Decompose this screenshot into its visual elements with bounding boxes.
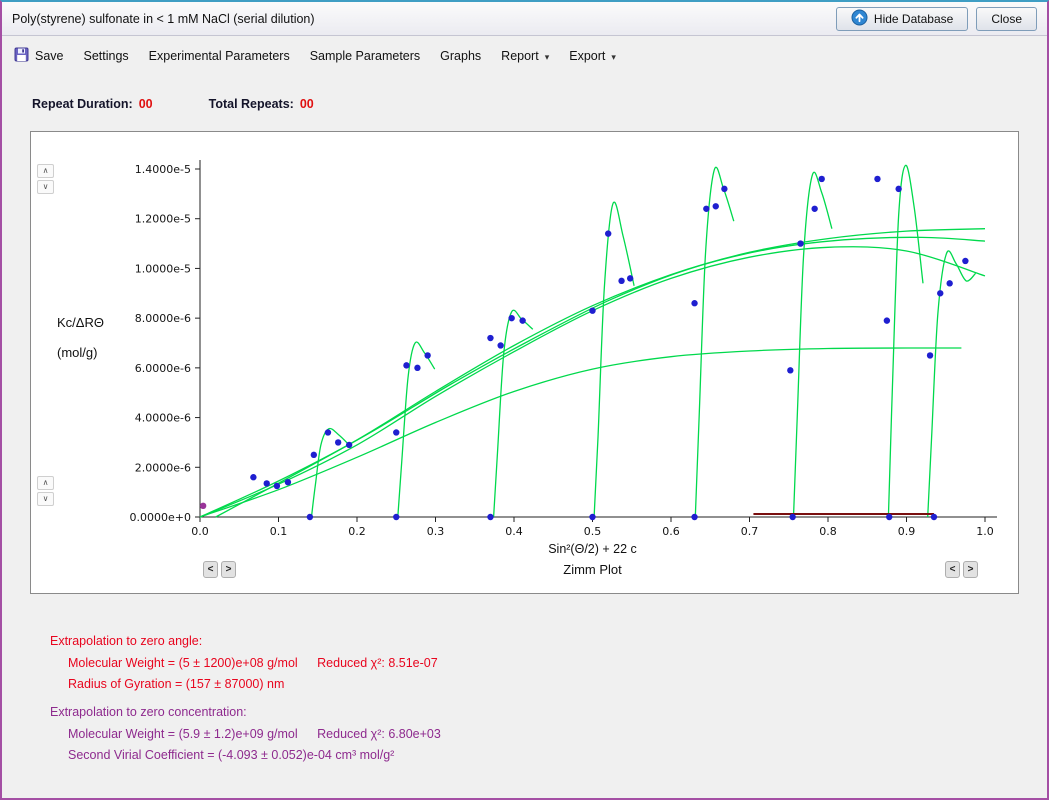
title-bar: Poly(styrene) sulfonate in < 1 mM NaCl (… [2, 2, 1047, 36]
status-row: Repeat Duration: 00 Total Repeats: 00 [32, 94, 1047, 114]
zero-angle-reduced-chi2: Reduced χ²: 8.51e-07 [317, 656, 438, 670]
hide-database-button[interactable]: Hide Database [836, 7, 968, 31]
repeat-duration-value: 00 [139, 97, 153, 111]
svg-text:0.0000e+0: 0.0000e+0 [130, 511, 191, 524]
zero-angle-molecular-weight-line: Molecular Weight = (5 ± 1200)e+08 g/mol … [68, 656, 1047, 670]
menu-export[interactable]: Export ▾ [569, 49, 616, 63]
y-scale-spinner-bottom: ∧ ∨ [37, 476, 54, 506]
y-scale-up-button[interactable]: ∧ [37, 164, 54, 178]
hide-database-label: Hide Database [874, 12, 953, 26]
zero-concentration-results: Extrapolation to zero concentration: Mol… [50, 705, 1047, 762]
zero-angle-molecular-weight: Molecular Weight = (5 ± 1200)e+08 g/mol [68, 656, 298, 670]
repeat-duration-label: Repeat Duration: [32, 97, 133, 111]
radius-of-gyration: Radius of Gyration = (157 ± 87000) nm [68, 677, 284, 691]
total-repeats-value: 00 [300, 97, 314, 111]
chevron-down-icon: ▾ [611, 50, 616, 63]
svg-text:0.4: 0.4 [505, 525, 523, 538]
x-scroll-right-button[interactable]: > [221, 561, 236, 578]
menu-save-label: Save [35, 49, 64, 63]
menu-experimental-parameters-label: Experimental Parameters [149, 49, 290, 63]
zero-concentration-heading: Extrapolation to zero concentration: [50, 705, 1047, 719]
svg-text:2.0000e-6: 2.0000e-6 [135, 461, 191, 474]
menu-experimental-parameters[interactable]: Experimental Parameters [149, 49, 290, 63]
zero-angle-heading: Extrapolation to zero angle: [50, 634, 1047, 648]
menu-export-label: Export [569, 49, 605, 63]
svg-text:0.9: 0.9 [898, 525, 916, 538]
x-scroll-left-group: < > [203, 561, 236, 578]
zero-angle-results: Extrapolation to zero angle: Molecular W… [50, 634, 1047, 691]
database-toggle-icon [851, 9, 868, 29]
svg-text:1.0000e-5: 1.0000e-5 [135, 262, 191, 275]
zimm-plot-svg: 0.0000e+0 2.0000e-6 4.0000e-6 6.0000e-6 8.00… [31, 132, 1018, 593]
menu-graphs[interactable]: Graphs [440, 49, 481, 63]
app-window: Poly(styrene) sulfonate in < 1 mM NaCl (… [0, 0, 1049, 800]
menu-settings[interactable]: Settings [84, 49, 129, 63]
menu-bar: Save Settings Experimental Parameters Sa… [2, 36, 1047, 76]
y-axis-title-line2: (mol/g) [57, 338, 104, 368]
svg-text:0.2: 0.2 [348, 525, 366, 538]
plot-title: Zimm Plot [200, 562, 985, 577]
zero-concentration-molecular-weight-line: Molecular Weight = (5.9 ± 1.2)e+09 g/mol… [68, 727, 1047, 741]
window-title: Poly(styrene) sulfonate in < 1 mM NaCl (… [12, 12, 836, 26]
svg-text:1.4000e-5: 1.4000e-5 [135, 163, 191, 176]
y-scale-down-button[interactable]: ∨ [37, 180, 54, 194]
svg-text:1.0: 1.0 [976, 525, 994, 538]
y-min-down-button[interactable]: ∨ [37, 492, 54, 506]
zimm-plot-panel: 0.0000e+0 2.0000e-6 4.0000e-6 6.0000e-6 8.00… [30, 131, 1019, 594]
svg-text:6.0000e-6: 6.0000e-6 [135, 362, 191, 375]
second-virial-coefficient: Second Virial Coefficient = (-4.093 ± 0.… [68, 748, 394, 762]
close-label: Close [991, 12, 1022, 26]
menu-report-label: Report [501, 49, 539, 63]
radius-of-gyration-line: Radius of Gyration = (157 ± 87000) nm [68, 677, 1047, 691]
svg-text:0.6: 0.6 [662, 525, 680, 538]
x-max-left-button[interactable]: < [945, 561, 960, 578]
svg-text:0.5: 0.5 [584, 525, 602, 538]
total-repeats-label: Total Repeats: [209, 97, 294, 111]
x-scroll-left-button[interactable]: < [203, 561, 218, 578]
y-axis-title-line1: Kc/ΔRΘ [57, 308, 104, 338]
svg-text:0.1: 0.1 [270, 525, 288, 538]
svg-text:0.0: 0.0 [191, 525, 209, 538]
second-virial-coefficient-line: Second Virial Coefficient = (-4.093 ± 0.… [68, 748, 1047, 762]
svg-text:0.8: 0.8 [819, 525, 837, 538]
zero-concentration-molecular-weight: Molecular Weight = (5.9 ± 1.2)e+09 g/mol [68, 727, 298, 741]
results-section: Extrapolation to zero angle: Molecular W… [50, 634, 1047, 762]
y-scale-spinner-top: ∧ ∨ [37, 164, 54, 194]
title-bar-buttons: Hide Database Close [836, 7, 1037, 31]
menu-graphs-label: Graphs [440, 49, 481, 63]
menu-sample-parameters-label: Sample Parameters [310, 49, 420, 63]
menu-sample-parameters[interactable]: Sample Parameters [310, 49, 420, 63]
svg-text:8.0000e-6: 8.0000e-6 [135, 312, 191, 325]
menu-report[interactable]: Report ▾ [501, 49, 549, 63]
svg-text:0.3: 0.3 [427, 525, 445, 538]
y-axis-title: Kc/ΔRΘ (mol/g) [57, 308, 104, 368]
zero-concentration-reduced-chi2: Reduced χ²: 6.80e+03 [317, 727, 441, 741]
menu-settings-label: Settings [84, 49, 129, 63]
y-min-up-button[interactable]: ∧ [37, 476, 54, 490]
chevron-down-icon: ▾ [545, 50, 550, 63]
svg-text:1.2000e-5: 1.2000e-5 [135, 213, 191, 226]
x-scroll-right-group: < > [945, 561, 978, 578]
svg-text:4.0000e-6: 4.0000e-6 [135, 412, 191, 425]
x-axis-title: Sin²(Θ/2) + 22 c [200, 542, 985, 556]
close-button[interactable]: Close [976, 7, 1037, 31]
menu-save[interactable]: Save [14, 47, 64, 65]
svg-text:0.7: 0.7 [741, 525, 759, 538]
x-max-right-button[interactable]: > [963, 561, 978, 578]
save-icon [14, 47, 29, 65]
